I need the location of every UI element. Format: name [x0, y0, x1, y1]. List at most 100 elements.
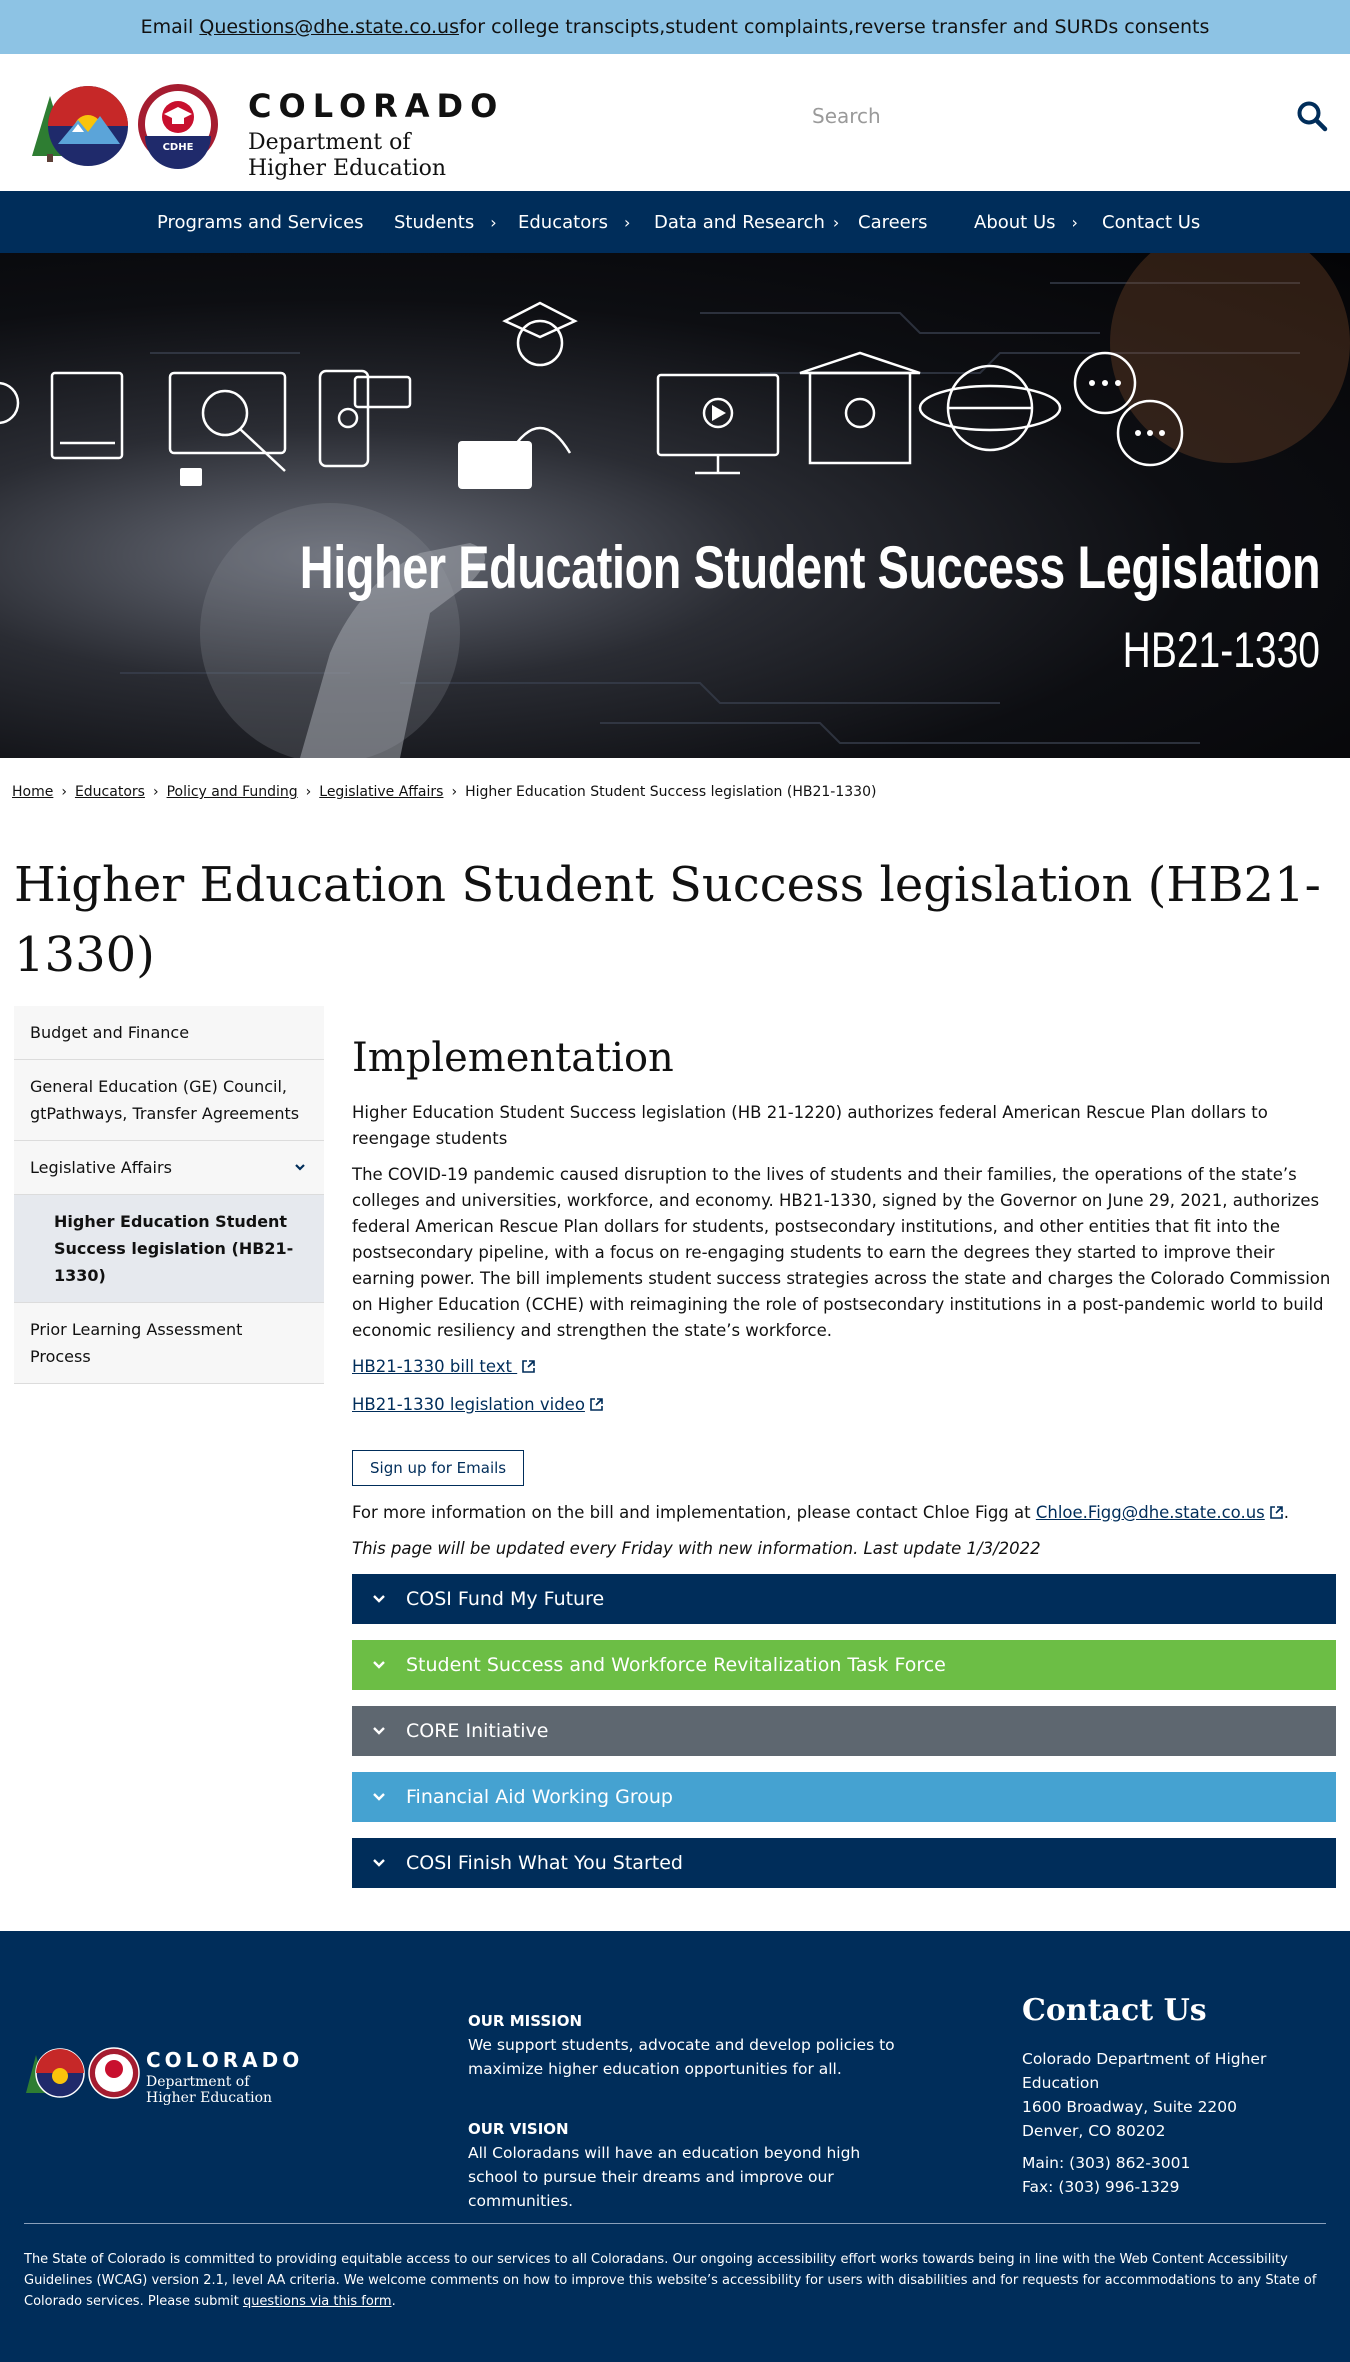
nav-item-educators[interactable]: Educators ›	[518, 191, 630, 253]
breadcrumb-legislative-affairs[interactable]: Legislative Affairs	[319, 784, 443, 800]
nav-item-contact[interactable]: Contact Us	[1102, 191, 1200, 253]
legislation-video-link-row: HB21-1330 legislation video	[352, 1392, 1336, 1418]
breadcrumb-home[interactable]: Home	[12, 784, 53, 800]
sidebar-item-budget-finance[interactable]: Budget and Finance	[14, 1006, 324, 1060]
accessibility-form-link[interactable]: questions via this form	[243, 2294, 392, 2309]
external-link-icon[interactable]	[1269, 1505, 1284, 1520]
chevron-right-icon[interactable]: ›	[490, 213, 496, 232]
nav-label: Contact Us	[1102, 211, 1201, 233]
main-navigation: Programs and Services Students › Educator…	[0, 191, 1350, 253]
chevron-down-icon	[373, 1793, 385, 1801]
breadcrumb-educators[interactable]: Educators	[75, 784, 145, 800]
accordion-label: Student Success and Workforce Revitaliza…	[406, 1654, 946, 1676]
nav-item-students[interactable]: Students ›	[394, 191, 497, 253]
accordion-task-force[interactable]: Student Success and Workforce Revitaliza…	[352, 1640, 1336, 1690]
logo-badge-text: CDHE	[163, 142, 194, 153]
chevron-down-icon[interactable]	[294, 1161, 306, 1173]
chevron-right-icon[interactable]: ›	[1072, 213, 1078, 232]
sidebar-item-label: General Education (GE) Council, gtPathwa…	[30, 1077, 300, 1123]
legislation-video-link[interactable]: HB21-1330 legislation video	[352, 1395, 585, 1414]
sidebar-item-label: Budget and Finance	[30, 1023, 190, 1042]
signup-emails-button[interactable]: Sign up for Emails	[352, 1450, 525, 1486]
update-note: This page will be updated every Friday w…	[352, 1539, 1041, 1558]
mission-text: We support students, advocate and develo…	[468, 2036, 895, 2078]
sidebar-item-ge-council[interactable]: General Education (GE) Council, gtPathwa…	[14, 1060, 324, 1141]
accessibility-statement: The State of Colorado is committed to pr…	[24, 2249, 1324, 2312]
contact-email-link[interactable]: Chloe.Figg@dhe.state.co.us	[1036, 1503, 1265, 1522]
accordion-core-initiative[interactable]: CORE Initiative	[352, 1706, 1336, 1756]
footer-logo-dept-line2: Higher Education	[146, 2090, 273, 2106]
footer-address1: 1600 Broadway, Suite 2200	[1022, 2098, 1238, 2116]
nav-item-programs[interactable]: Programs and Services	[157, 191, 364, 253]
mission-heading: OUR MISSION	[468, 2012, 583, 2030]
footer-vision: OUR VISION All Coloradans will have an e…	[468, 2117, 908, 2213]
external-link-icon[interactable]	[521, 1359, 536, 1374]
logo-colorado-text: COLORADO	[248, 87, 505, 125]
footer-address2: Denver, CO 80202	[1022, 2122, 1166, 2140]
chevron-down-icon	[373, 1595, 385, 1603]
nav-label: About Us	[974, 211, 1056, 233]
search-icon[interactable]	[1294, 98, 1330, 134]
sidebar-item-prior-learning[interactable]: Prior Learning Assessment Process	[14, 1303, 324, 1384]
alert-suffix: for college transcipts,student complaint…	[458, 16, 1210, 38]
accessibility-end: .	[391, 2294, 396, 2309]
site-logo[interactable]: CDHE COLORADO Department of Higher Educa…	[28, 74, 497, 181]
external-link-icon[interactable]	[589, 1397, 604, 1412]
breadcrumb-separator: ›	[305, 784, 312, 800]
accessibility-text: The State of Colorado is committed to pr…	[24, 2252, 1317, 2309]
footer-org: Colorado Department of Higher Education	[1022, 2050, 1267, 2092]
sidebar-item-label: Legislative Affairs	[30, 1158, 172, 1177]
accordion-cosi-finish[interactable]: COSI Finish What You Started	[352, 1838, 1336, 1888]
sidebar-item-hb21-1330[interactable]: Higher Education Student Success legisla…	[14, 1195, 324, 1303]
accordion-label: COSI Fund My Future	[406, 1588, 605, 1610]
chevron-right-icon[interactable]: ›	[624, 213, 630, 232]
page-title: Higher Education Student Success legisla…	[14, 857, 1321, 983]
breadcrumb-separator: ›	[152, 784, 159, 800]
footer-main-phone[interactable]: Main: (303) 862-3001	[1022, 2151, 1342, 2175]
logo-dept-line2: Higher Education	[248, 156, 447, 181]
breadcrumb: Home › Educators › Policy and Funding › …	[12, 784, 876, 800]
alert-email-link[interactable]: Questions@dhe.state.co.us	[199, 16, 459, 38]
intro-paragraph: Higher Education Student Success legisla…	[352, 1103, 1268, 1148]
chevron-down-icon	[373, 1661, 385, 1669]
hero-banner: Higher Education Student Success Legisla…	[0, 253, 1350, 758]
contact-suffix: .	[1283, 1503, 1290, 1522]
chevron-right-icon[interactable]: ›	[833, 213, 839, 232]
alert-banner: Email Questions@dhe.state.co.us for coll…	[0, 0, 1350, 54]
implementation-heading: Implementation	[352, 1035, 674, 1081]
accordion-label: CORE Initiative	[406, 1720, 549, 1742]
breadcrumb-current: Higher Education Student Success legisla…	[465, 784, 877, 800]
site-header: CDHE COLORADO Department of Higher Educa…	[0, 54, 1350, 191]
footer-logo-dept-line1: Department of	[146, 2074, 250, 2090]
breadcrumb-separator: ›	[451, 784, 458, 800]
bill-text-link-row: HB21-1330 bill text	[352, 1354, 1336, 1380]
nav-label: Programs and Services	[157, 211, 364, 233]
nav-item-data-research[interactable]: Data and Research ›	[654, 191, 839, 253]
nav-item-about[interactable]: About Us ›	[974, 191, 1078, 253]
logo-dept-line1: Department of	[248, 130, 411, 155]
nav-label: Careers	[858, 211, 928, 233]
footer-contact-heading: Contact Us	[1022, 1993, 1207, 2028]
breadcrumb-separator: ›	[61, 784, 67, 800]
breadcrumb-policy-funding[interactable]: Policy and Funding	[167, 784, 298, 800]
nav-label: Students	[394, 211, 475, 233]
footer-contact: Contact Us Colorado Department of Higher…	[1022, 1991, 1342, 2199]
logo-wordmark: COLORADO Department of Higher Education	[248, 88, 504, 182]
sidebar-item-label: Prior Learning Assessment Process	[30, 1320, 243, 1366]
chevron-down-icon	[373, 1727, 385, 1735]
sidebar-item-label: Higher Education Student Success legisla…	[54, 1212, 294, 1285]
footer-logo-icon[interactable]	[24, 2043, 144, 2103]
bill-text-link[interactable]: HB21-1330 bill text	[352, 1357, 517, 1376]
vision-heading: OUR VISION	[468, 2120, 569, 2138]
sidebar-nav: Budget and Finance General Education (GE…	[14, 1006, 324, 1384]
accordion-cosi-fund-my-future[interactable]: COSI Fund My Future	[352, 1574, 1336, 1624]
chevron-down-icon	[373, 1859, 385, 1867]
vision-text: All Coloradans will have an education be…	[468, 2144, 861, 2210]
search-input[interactable]	[800, 94, 1270, 138]
legislation-video-link-label: HB21-1330 legislation video	[352, 1395, 585, 1414]
contact-paragraph: For more information on the bill and imp…	[352, 1500, 1336, 1526]
accordion-financial-aid[interactable]: Financial Aid Working Group	[352, 1772, 1336, 1822]
nav-item-careers[interactable]: Careers	[858, 191, 928, 253]
search-bar	[800, 94, 1330, 138]
sidebar-item-legislative-affairs[interactable]: Legislative Affairs	[14, 1141, 324, 1195]
